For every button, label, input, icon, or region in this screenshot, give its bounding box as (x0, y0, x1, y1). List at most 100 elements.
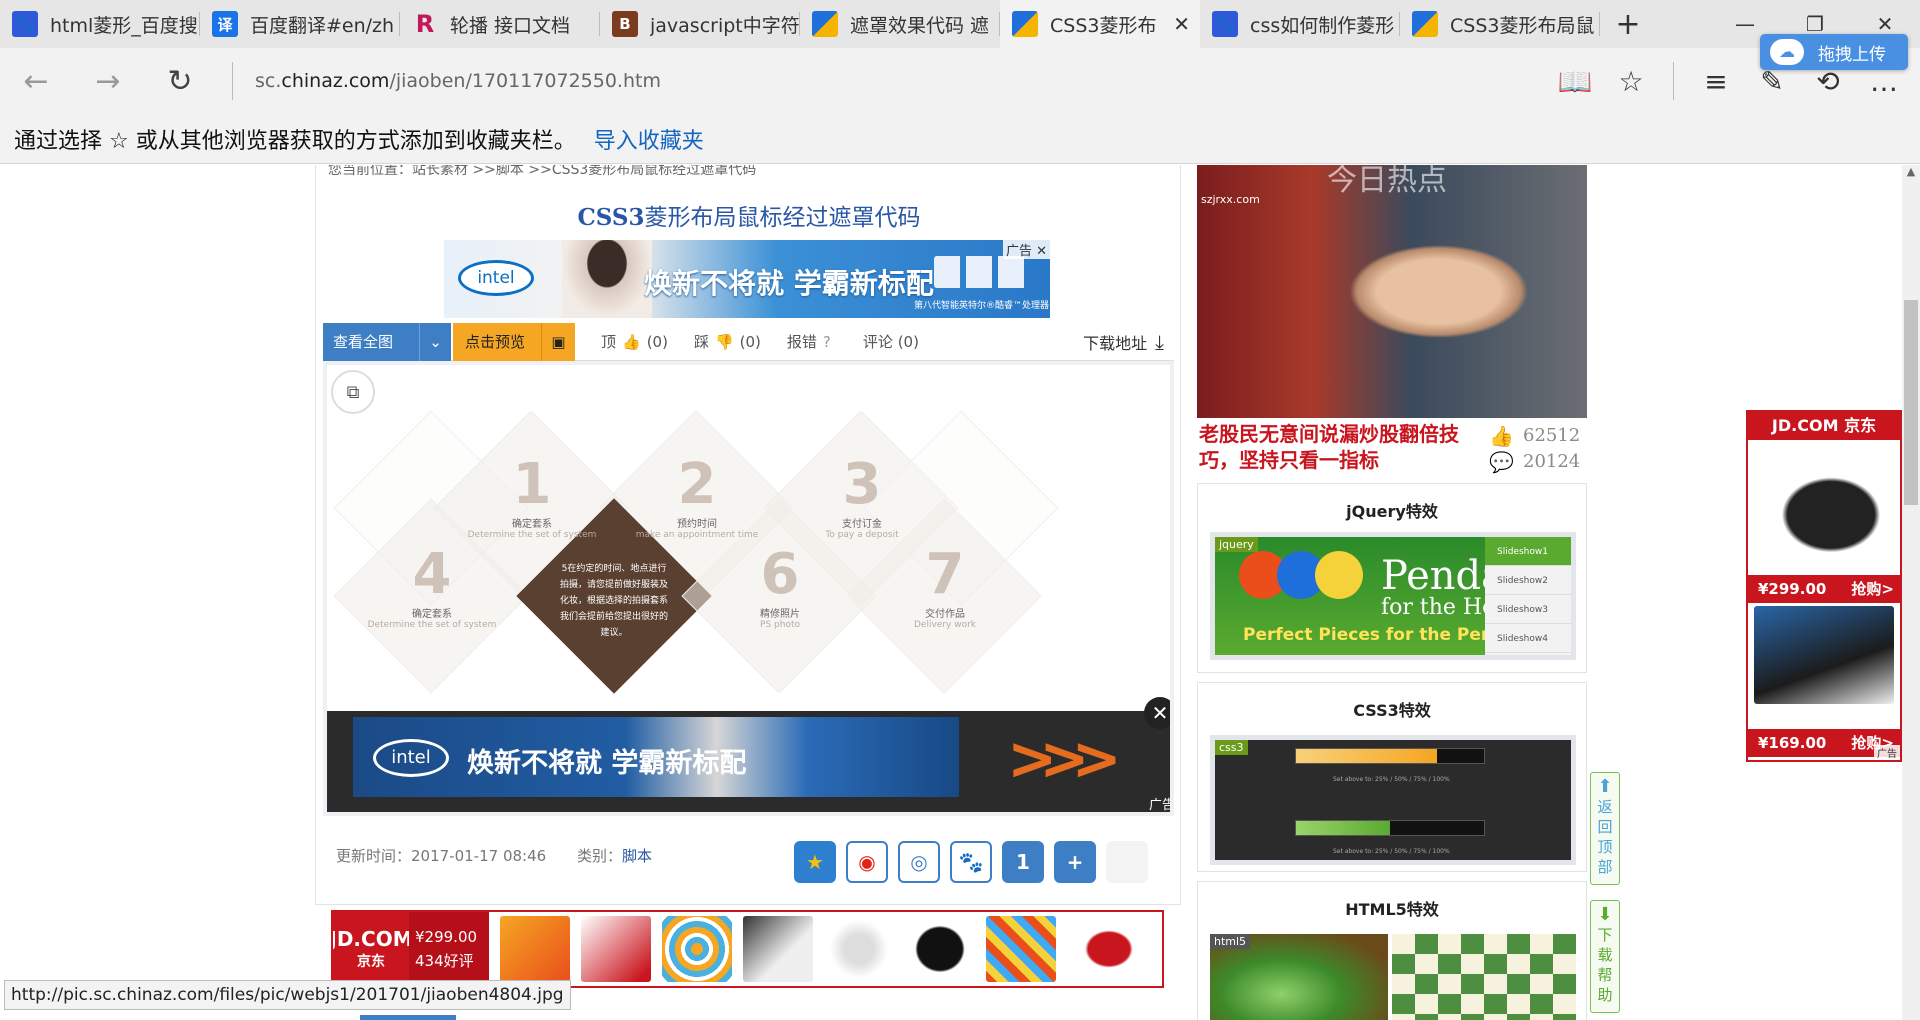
category-link[interactable]: 脚本 (622, 847, 652, 865)
product-thumb[interactable] (1067, 916, 1137, 982)
jd-product-strip[interactable]: JD.COM 京东 ¥299.00 434好评 (331, 910, 1164, 988)
back-to-top-button[interactable]: ⬆ 返回顶部 (1590, 772, 1620, 885)
intel-ad-overlay[interactable]: intel 焕新不将就 学霸新标配 >>> 广告 (327, 711, 1170, 812)
news-headline[interactable]: 老股民无意间说漏炒股翻倍技巧，坚持只看一指标 (1199, 421, 1469, 473)
title-cn: 菱形布局鼠标经过遮罩代码 (644, 205, 921, 231)
upvote-button[interactable]: 顶 👍 (0) (601, 331, 668, 352)
tab-7[interactable]: CSS3菱形布局鼠 (1400, 0, 1600, 48)
baidu-upload-button[interactable]: ☁ 拖拽上传 (1760, 34, 1908, 70)
baidu-icon[interactable]: 🐾 (950, 841, 992, 883)
refresh-icon[interactable]: ↻ (144, 48, 216, 114)
product-thumb[interactable] (581, 916, 651, 982)
new-tab-button[interactable]: + (1600, 0, 1656, 48)
step-label: 2 预约时间 make an appointment time (627, 455, 767, 541)
page-title: CSS3菱形布局鼠标经过遮罩代码 (316, 198, 1182, 232)
product-thumb[interactable] (905, 916, 975, 982)
preview-button[interactable]: 点击预览 ▣ (453, 322, 575, 361)
tab-3[interactable]: B javascript中字符 (600, 0, 800, 48)
jd-side-ad[interactable]: JD.COM 京东 ¥299.00 抢购> ¥169.00 抢购> 广告 (1746, 410, 1902, 762)
share-buttons: ★ ◉ ◎ 🐾 1 + (794, 841, 1158, 883)
double-chevron-down-icon[interactable]: ⌄ (419, 322, 451, 361)
chinaz-icon (1412, 11, 1438, 37)
product-thumb[interactable] (500, 916, 570, 982)
download-help-button[interactable]: ⬇ 下载帮助 (1590, 900, 1620, 1013)
expand-icon[interactable]: ⧉ (331, 370, 375, 414)
divider (232, 62, 233, 100)
down-arrow-icon: ⬇ (1597, 904, 1613, 925)
url-path: /jiaoben/170117072550.htm (389, 70, 661, 92)
step-en: Delivery work (914, 620, 976, 630)
ad-label[interactable]: 广告 ✕ (1002, 240, 1050, 259)
divider (1673, 62, 1674, 100)
upload-label: 拖拽上传 (1818, 44, 1886, 65)
tab-6[interactable]: 🐾 css如何制作菱形 (1200, 0, 1400, 48)
close-ad-icon[interactable]: ✕ (1144, 697, 1170, 729)
comments-link[interactable]: 评论 (0) (863, 331, 919, 352)
forward-arrow-icon[interactable]: → (72, 48, 144, 114)
source-site: szjrxx.com (1201, 193, 1260, 206)
chevrons-icon: >>> (1007, 724, 1122, 794)
downvote-button[interactable]: 踩 👎 (0) (694, 331, 761, 352)
vertical-scrollbar[interactable]: ▲ (1902, 165, 1920, 1020)
tab-1[interactable]: 译 百度翻译#en/zh (200, 0, 400, 48)
scroll-up-icon[interactable]: ▲ (1902, 165, 1920, 183)
html5-thumb[interactable]: html5 (1210, 934, 1576, 1020)
address-input[interactable]: sc.chinaz.com/jiaoben/170117072550.htm (255, 70, 1547, 92)
product-thumb[interactable] (986, 916, 1056, 982)
close-tab-icon[interactable]: ✕ (1173, 12, 1190, 36)
ad-label: 广告 (1874, 745, 1900, 760)
download-link[interactable]: 下载地址 ⤓ (1083, 330, 1164, 354)
step-label: 3 支付订金 To pay a deposit (792, 452, 932, 541)
price-1: ¥299.00 (1758, 580, 1827, 598)
ad-slogan: 焕新不将就 学霸新标配 (644, 267, 934, 300)
share-count-box (1106, 841, 1148, 883)
hot-news-ad[interactable]: 今日热点 szjrxx.com 老股民无意间说漏炒股翻倍技巧，坚持只看一指标 👍… (1197, 165, 1587, 475)
product-thumb[interactable] (743, 916, 813, 982)
tab-5-active[interactable]: CSS3菱形布 ✕ (1000, 0, 1200, 48)
step-number: 3 (842, 452, 882, 517)
step-en: Determine the set of system (467, 530, 597, 540)
product-thumb[interactable] (824, 916, 894, 982)
shoe-product-image[interactable] (1754, 606, 1894, 704)
scroll-thumb[interactable] (1904, 300, 1918, 505)
import-favorites-link[interactable]: 导入收藏夹 (594, 123, 704, 155)
tab-0[interactable]: 🐾 html菱形_百度搜 (0, 0, 200, 48)
paw-icon: 🐾 (12, 11, 38, 37)
menu-item: Slideshow3 (1485, 595, 1571, 624)
view-all-button[interactable]: 查看全图 ⌄ (323, 322, 451, 361)
progress-label: Set above to: 25% / 50% / 75% / 100% (1333, 776, 1450, 783)
tab-2[interactable]: R 轮播 接口文档 (400, 0, 600, 48)
favorite-star-icon[interactable]: ☆ (1603, 48, 1659, 114)
price-row[interactable]: ¥299.00 抢购> (1748, 575, 1900, 603)
ad-label-text: 广告 (1005, 244, 1032, 259)
intel-logo: intel (458, 260, 534, 296)
category-label: 类别： (576, 847, 622, 865)
more-share-icon[interactable]: + (1054, 841, 1096, 883)
comment-icon: 💬 (1489, 450, 1514, 474)
tab-4[interactable]: 遮罩效果代码 遮 (800, 0, 1000, 48)
section-title[interactable]: CSS3特效 (1198, 697, 1586, 721)
intel-ad-banner[interactable]: intel 焕新不将就 学霸新标配 第八代智能英特尔®酷睿™处理器 广告 ✕ (444, 240, 1050, 318)
url-prefix: sc. (255, 70, 282, 92)
reading-view-icon[interactable]: 📖 (1547, 48, 1603, 114)
weibo-icon[interactable]: ◉ (846, 841, 888, 883)
tencent-weibo-icon[interactable]: ◎ (898, 841, 940, 883)
status-bar-url: http://pic.sc.chinaz.com/files/pic/webjs… (4, 980, 571, 1010)
step-label: 6 精修照片 PS photo (710, 545, 850, 631)
section-title[interactable]: jQuery特效 (1198, 498, 1586, 522)
product-thumb[interactable] (662, 916, 732, 982)
step-label: 1 确定套系 Determine the set of system (462, 455, 602, 541)
tab-title: 百度翻译#en/zh (250, 14, 395, 37)
jquery-thumb[interactable]: Penda for the Holi Perfect Pieces for th… (1210, 532, 1576, 660)
back-arrow-icon[interactable]: ← (0, 48, 72, 114)
renren-icon[interactable]: 1 (1002, 841, 1044, 883)
hub-icon[interactable]: ≡ (1688, 48, 1744, 114)
report-error-button[interactable]: 报错 ? (787, 331, 837, 352)
section-title[interactable]: HTML5特效 (1198, 896, 1586, 920)
progress-fill (1296, 749, 1437, 763)
step-number: 7 (925, 542, 965, 607)
css3-thumb[interactable]: Set above to: 25% / 50% / 75% / 100% Set… (1210, 735, 1576, 865)
bag-product-image[interactable] (1754, 456, 1894, 554)
qzone-icon[interactable]: ★ (794, 841, 836, 883)
demo-preview[interactable]: ⧉ 1 确定套系 Determine the set of system 2 预… (323, 361, 1174, 816)
